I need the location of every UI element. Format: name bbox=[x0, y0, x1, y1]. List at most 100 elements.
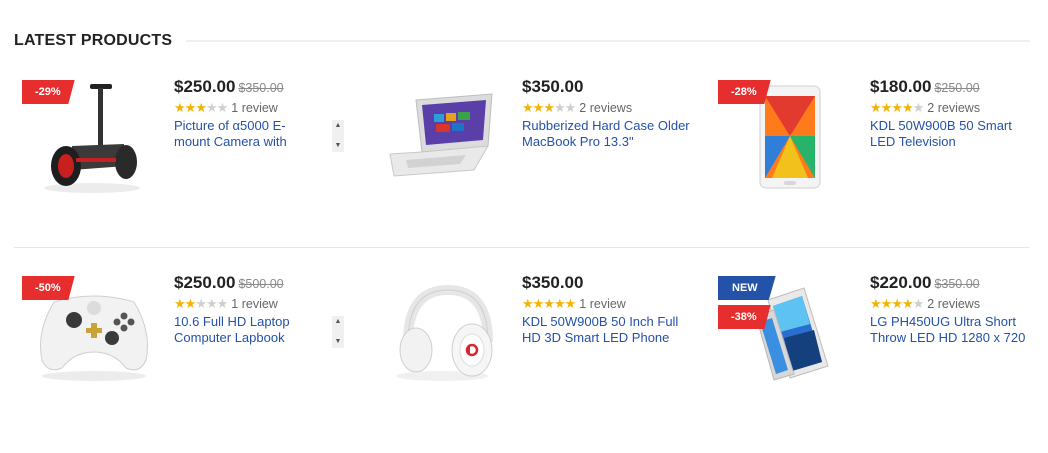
product-title-link[interactable]: Rubberized Hard Case Older MacBook Pro 1… bbox=[522, 118, 692, 150]
review-count[interactable]: 2 reviews bbox=[579, 101, 632, 115]
price-line: $250.00 $500.00 bbox=[174, 272, 344, 294]
star-filled-icon: ★ bbox=[522, 100, 534, 115]
rating: ★★★★★ 2 reviews bbox=[522, 100, 692, 116]
old-price: $500.00 bbox=[238, 277, 284, 291]
product-image[interactable] bbox=[362, 76, 507, 206]
price-line: $350.00 bbox=[522, 272, 692, 294]
star-empty-icon: ★ bbox=[564, 100, 577, 115]
product-image[interactable]: -28% bbox=[710, 76, 855, 206]
product-title-link[interactable]: 10.6 Full HD Laptop Computer Lapbook bbox=[174, 314, 314, 346]
product-info: $350.00 ★★★★★ 2 reviews Rubberized Hard C… bbox=[522, 76, 692, 152]
new-badge: NEW bbox=[718, 276, 776, 300]
star-filled-icon: ★ bbox=[891, 100, 903, 115]
product-title-link[interactable]: KDL 50W900B 50 Smart LED Television bbox=[870, 118, 1040, 150]
star-filled-icon: ★ bbox=[532, 100, 545, 115]
old-price: $350.00 bbox=[238, 81, 284, 95]
section-divider bbox=[186, 40, 1030, 42]
star-rating-icon: ★★★★★ bbox=[870, 296, 925, 311]
product-card[interactable]: $350.00 ★★★★★ 1 review KDL 50W900B 50 Inc… bbox=[362, 272, 692, 402]
product-title-box: 10.6 Full HD Laptop Computer Lapbook ▲ ▼ bbox=[174, 314, 344, 348]
star-empty-icon: ★ bbox=[216, 100, 229, 115]
review-count[interactable]: 1 review bbox=[579, 297, 626, 311]
price: $350.00 bbox=[522, 77, 584, 96]
star-filled-icon: ★ bbox=[174, 100, 186, 115]
product-info: $250.00 $350.00 ★★★★★ 1 review Picture of … bbox=[174, 76, 344, 152]
star-filled-icon: ★ bbox=[880, 100, 893, 115]
price: $250.00 bbox=[174, 273, 236, 292]
star-filled-icon: ★ bbox=[184, 296, 197, 311]
star-rating-icon: ★★★★★ bbox=[522, 296, 576, 311]
star-empty-icon: ★ bbox=[205, 100, 218, 115]
product-card[interactable]: NEW -38% $220.00 $350.00 ★★★★★ 2 reviews L… bbox=[710, 272, 1040, 402]
star-filled-icon: ★ bbox=[532, 296, 545, 311]
star-filled-icon: ★ bbox=[880, 296, 893, 311]
star-empty-icon: ★ bbox=[195, 296, 207, 311]
star-rating-icon: ★★★★★ bbox=[174, 100, 229, 115]
product-info: $180.00 $250.00 ★★★★★ 2 reviews KDL 50W900… bbox=[870, 76, 1040, 152]
section-header: LATEST PRODUCTS bbox=[14, 31, 1030, 51]
star-rating-icon: ★★★★★ bbox=[870, 100, 925, 115]
review-count[interactable]: 1 review bbox=[231, 101, 278, 115]
star-filled-icon: ★ bbox=[543, 296, 555, 311]
star-filled-icon: ★ bbox=[195, 100, 207, 115]
star-filled-icon: ★ bbox=[553, 296, 566, 311]
product-image[interactable]: -50% bbox=[14, 272, 159, 402]
section-title: LATEST PRODUCTS bbox=[14, 32, 173, 49]
star-filled-icon: ★ bbox=[901, 296, 914, 311]
star-filled-icon: ★ bbox=[174, 296, 186, 311]
price: $350.00 bbox=[522, 273, 584, 292]
scroll-down-icon[interactable]: ▼ bbox=[332, 336, 344, 348]
review-count[interactable]: 1 review bbox=[231, 297, 278, 311]
discount-badge: -29% bbox=[22, 80, 75, 104]
product-title-box: KDL 50W900B 50 Inch Full HD 3D Smart LED… bbox=[522, 314, 692, 348]
star-filled-icon: ★ bbox=[543, 100, 555, 115]
rating: ★★★★★ 2 reviews bbox=[870, 100, 1040, 116]
review-count[interactable]: 2 reviews bbox=[927, 101, 980, 115]
star-filled-icon: ★ bbox=[901, 100, 914, 115]
product-title-box: KDL 50W900B 50 Smart LED Television bbox=[870, 118, 1040, 152]
product-title-box: Rubberized Hard Case Older MacBook Pro 1… bbox=[522, 118, 692, 152]
rating: ★★★★★ 1 review bbox=[174, 296, 344, 312]
product-image[interactable]: -29% bbox=[14, 76, 159, 206]
row-divider bbox=[14, 247, 1030, 248]
price: $250.00 bbox=[174, 77, 236, 96]
laptop-image bbox=[389, 93, 493, 177]
title-scrollbar[interactable]: ▲ ▼ bbox=[332, 120, 344, 152]
star-rating-icon: ★★★★★ bbox=[174, 296, 228, 311]
price-line: $220.00 $350.00 bbox=[870, 272, 1040, 294]
product-title-link[interactable]: KDL 50W900B 50 Inch Full HD 3D Smart LED… bbox=[522, 314, 692, 346]
product-card[interactable]: -29% $250.00 $350.00 ★★★★★ 1 review Pictur… bbox=[14, 76, 344, 206]
product-title-box: LG PH450UG Ultra Short Throw LED HD 1280… bbox=[870, 314, 1040, 348]
rating: ★★★★★ 1 review bbox=[522, 296, 692, 312]
product-title-link[interactable]: Picture of α5000 E-mount Camera with bbox=[174, 118, 314, 150]
scroll-up-icon[interactable]: ▲ bbox=[332, 316, 344, 328]
old-price: $250.00 bbox=[934, 81, 980, 95]
discount-badge: -38% bbox=[718, 305, 771, 329]
product-image[interactable]: NEW -38% bbox=[710, 272, 855, 402]
product-info: $220.00 $350.00 ★★★★★ 2 reviews LG PH450UG… bbox=[870, 272, 1040, 348]
star-empty-icon: ★ bbox=[205, 296, 218, 311]
star-filled-icon: ★ bbox=[870, 100, 882, 115]
scroll-down-icon[interactable]: ▼ bbox=[332, 140, 344, 152]
price-line: $180.00 $250.00 bbox=[870, 76, 1040, 98]
product-card[interactable]: -50% $250.00 $500.00 ★★★★★ 1 review 10.6 F… bbox=[14, 272, 344, 402]
price-line: $250.00 $350.00 bbox=[174, 76, 344, 98]
headphones-image bbox=[396, 284, 493, 381]
star-filled-icon: ★ bbox=[891, 296, 903, 311]
product-card[interactable]: $350.00 ★★★★★ 2 reviews Rubberized Hard C… bbox=[362, 76, 692, 206]
product-info: $250.00 $500.00 ★★★★★ 1 review 10.6 Full H… bbox=[174, 272, 344, 348]
star-filled-icon: ★ bbox=[522, 296, 534, 311]
product-card[interactable]: -28% $180.00 $250.00 ★★★★★ 2 reviews KDL 5… bbox=[710, 76, 1040, 206]
rating: ★★★★★ 1 review bbox=[174, 100, 344, 116]
title-scrollbar[interactable]: ▲ ▼ bbox=[332, 316, 344, 348]
discount-badge: -28% bbox=[718, 80, 771, 104]
product-image[interactable] bbox=[362, 272, 507, 402]
star-empty-icon: ★ bbox=[912, 296, 925, 311]
product-title-box: Picture of α5000 E-mount Camera with ▲ ▼ bbox=[174, 118, 344, 152]
rating: ★★★★★ 2 reviews bbox=[870, 296, 1040, 312]
scroll-up-icon[interactable]: ▲ bbox=[332, 120, 344, 132]
star-empty-icon: ★ bbox=[553, 100, 566, 115]
star-empty-icon: ★ bbox=[912, 100, 925, 115]
review-count[interactable]: 2 reviews bbox=[927, 297, 980, 311]
product-title-link[interactable]: LG PH450UG Ultra Short Throw LED HD 1280… bbox=[870, 314, 1040, 346]
